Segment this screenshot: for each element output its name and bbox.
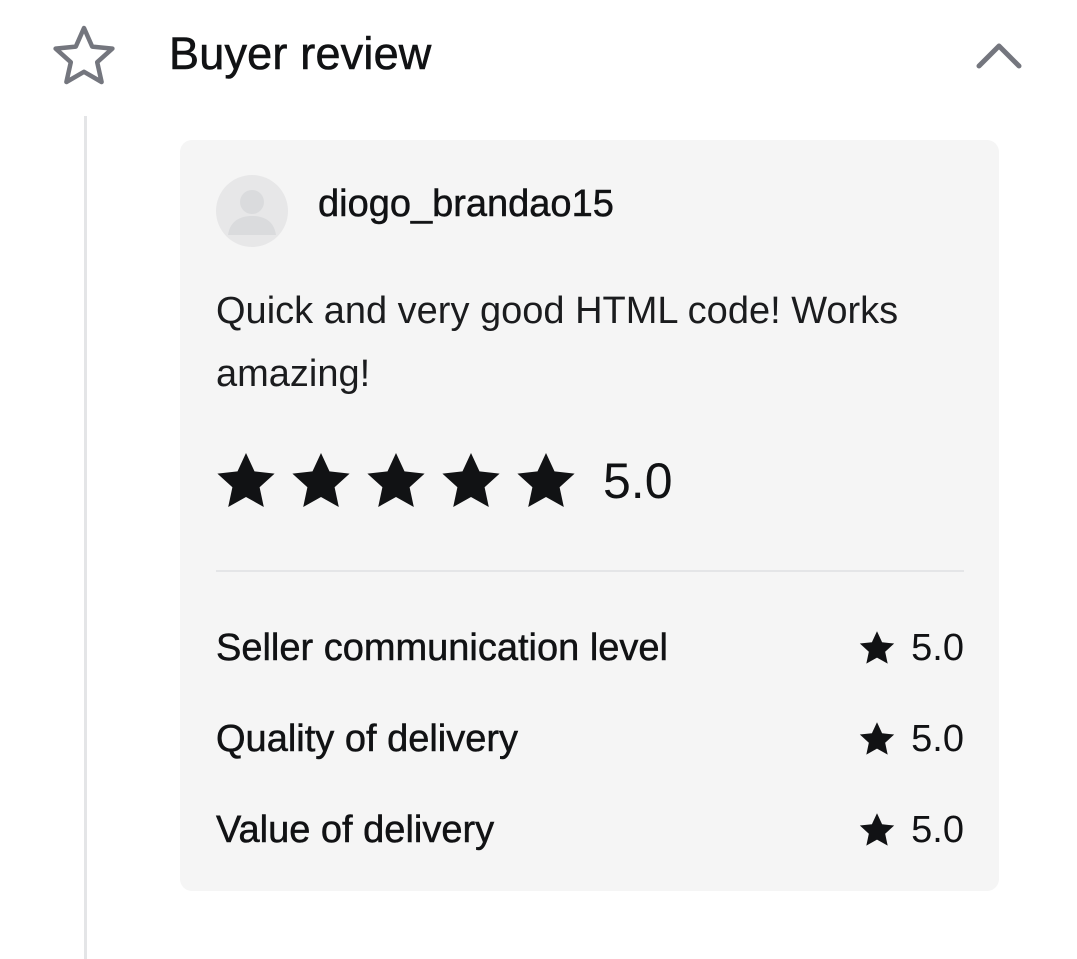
star-filled-icon <box>860 813 895 846</box>
user-avatar-icon[interactable] <box>216 175 288 247</box>
criteria-score: 5.0 <box>859 709 964 769</box>
criteria-score-value: 5.0 <box>911 718 964 760</box>
review-text: Quick and very good HTML code! Works ama… <box>216 290 899 395</box>
star-filled-icon <box>860 631 895 664</box>
criteria-row-value: Value of delivery 5.0 <box>216 800 964 860</box>
star-filled-icon <box>292 453 350 507</box>
star-filled-icon <box>517 453 575 507</box>
star-filled-icon <box>367 453 425 507</box>
criteria-score: 5.0 <box>859 618 964 678</box>
star-filled-icon <box>442 453 500 507</box>
buyer-review-section: Buyer review diogo_brandao15 Quick and v… <box>0 0 1077 959</box>
criteria-label: Seller communication level <box>216 627 668 670</box>
overall-rating-value: 5.0 <box>603 453 673 509</box>
criteria-label: Value of delivery <box>216 809 495 852</box>
overall-rating: 5.0 <box>216 446 673 516</box>
section-header[interactable]: Buyer review <box>0 0 1077 112</box>
criteria-label: Quality of delivery <box>216 718 519 761</box>
chevron-up-icon[interactable] <box>972 34 1026 78</box>
star-filled-icon <box>860 722 895 755</box>
review-card: diogo_brandao15 Quick and very good HTML… <box>180 140 999 891</box>
divider <box>216 570 964 572</box>
criteria-score: 5.0 <box>859 800 964 860</box>
section-title: Buyer review <box>169 28 432 80</box>
reviewer-username[interactable]: diogo_brandao15 <box>318 180 614 228</box>
star-outline-icon <box>53 25 115 85</box>
criteria-row-communication: Seller communication level 5.0 <box>216 618 964 678</box>
timeline-line <box>84 116 87 959</box>
criteria-score-value: 5.0 <box>911 627 964 669</box>
criteria-row-quality: Quality of delivery 5.0 <box>216 709 964 769</box>
criteria-score-value: 5.0 <box>911 809 964 851</box>
star-filled-icon <box>217 453 275 507</box>
